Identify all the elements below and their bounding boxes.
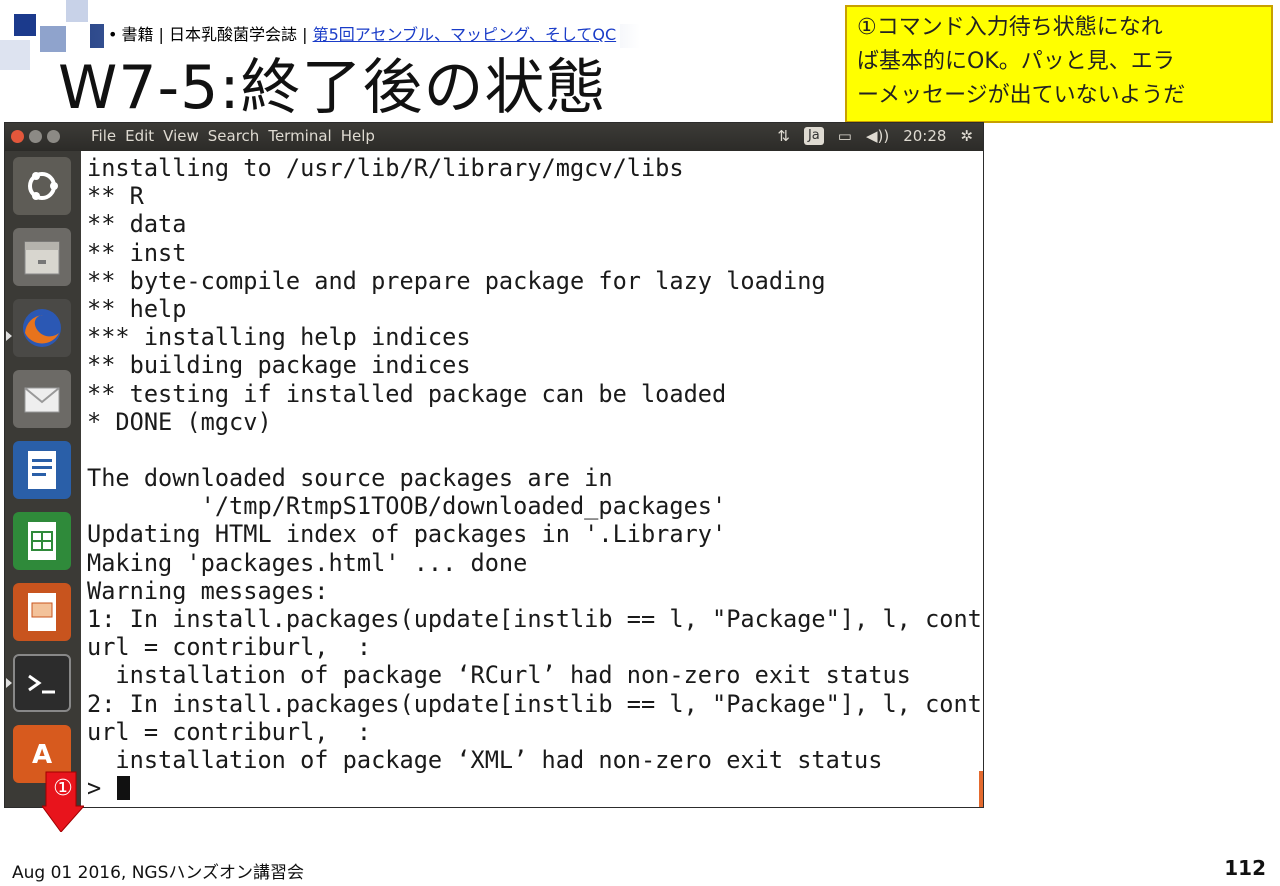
terminal-line: ** R [87, 182, 144, 211]
launcher: A [5, 151, 81, 807]
ubuntu-dash-icon[interactable] [13, 157, 71, 215]
terminal-line: url = contriburl, : [87, 717, 372, 746]
menu-search[interactable]: Search [208, 127, 260, 145]
menu-file[interactable]: File [91, 127, 116, 145]
menu-edit[interactable]: Edit [125, 127, 154, 145]
volume-icon[interactable]: ◀)) [866, 127, 889, 145]
network-arrows-icon[interactable]: ⇅ [777, 127, 790, 145]
terminal-output[interactable]: installing to /usr/lib/R/library/mgcv/li… [87, 151, 983, 807]
mail-icon[interactable] [13, 370, 71, 428]
terminal-line: ** building package indices [87, 351, 471, 380]
deco-square-mid [40, 26, 66, 52]
terminal-window[interactable]: File Edit View Search Terminal Help ⇅ Ja… [4, 122, 984, 808]
clock[interactable]: 20:28 [903, 127, 946, 145]
terminal-line: ** testing if installed package can be l… [87, 379, 727, 408]
terminal-line: installation of package ‘RCurl’ had non-… [87, 661, 911, 690]
battery-icon[interactable]: ▭ [838, 127, 852, 145]
terminal-line: The downloaded source packages are in [87, 464, 613, 493]
terminal-line: ** byte-compile and prepare package for … [87, 266, 826, 295]
menu-bar: File Edit View Search Terminal Help ⇅ Ja… [5, 123, 983, 151]
menu-view[interactable]: View [163, 127, 199, 145]
close-window-icon[interactable] [11, 130, 24, 143]
keyboard-layout-indicator[interactable]: Ja [803, 127, 824, 145]
callout-note: ①コマンド入力待ち状態になれ ば基本的にOK。パッと見、エラ ーメッセージが出て… [845, 5, 1273, 123]
scrollbar-indicator[interactable] [979, 771, 983, 807]
terminal-line: '/tmp/RtmpS1TOOB/downloaded_packages' [87, 492, 727, 521]
deco-square-dark [14, 14, 36, 36]
deco-square-light [66, 0, 88, 22]
page-number: 112 [1224, 856, 1266, 880]
terminal-line: *** installing help indices [87, 323, 471, 352]
menu-help[interactable]: Help [341, 127, 375, 145]
prompt-line[interactable]: > [87, 774, 983, 803]
terminal-line: ** data [87, 210, 187, 239]
terminal-line: url = contriburl, : [87, 633, 372, 662]
breadcrumb-text: 書籍 | 日本乳酸菌学会誌 | [121, 25, 313, 44]
svg-text:A: A [32, 740, 52, 770]
gear-icon[interactable]: ✲ [960, 127, 973, 145]
writer-icon[interactable] [13, 441, 71, 499]
terminal-lines: installing to /usr/lib/R/library/mgcv/li… [87, 154, 984, 803]
deco-square-pale [0, 40, 30, 70]
terminal-line: 2: In install.packages(update[instlib ==… [87, 689, 984, 718]
terminal-line: Warning messages: [87, 576, 329, 605]
breadcrumb: • 書籍 | 日本乳酸菌学会誌 | 第5回アセンブル、マッピング、そしてQC [104, 24, 621, 48]
menu-terminal[interactable]: Terminal [268, 127, 331, 145]
annotation-label: ① [53, 776, 73, 801]
terminal-icon[interactable] [13, 654, 71, 712]
terminal-line: installation of package ‘XML’ had non-ze… [87, 745, 883, 774]
terminal-line: Updating HTML index of packages in '.Lib… [87, 520, 727, 549]
maximize-window-icon[interactable] [47, 130, 60, 143]
terminal-line: 1: In install.packages(update[instlib ==… [87, 605, 984, 633]
terminal-line: ** inst [87, 238, 187, 267]
launcher-running-arrow [6, 678, 12, 688]
terminal-line: Making 'packages.html' ... done [87, 548, 528, 577]
impress-icon[interactable] [13, 583, 71, 641]
system-indicators: ⇅ Ja ▭ ◀)) 20:28 ✲ [777, 127, 973, 145]
launcher-active-arrow [6, 331, 12, 341]
text-cursor [117, 776, 131, 801]
shell-prompt: > [87, 774, 116, 803]
page-title: W7-5:終了後の状態 [58, 53, 607, 123]
firefox-icon[interactable] [13, 299, 71, 357]
terminal-line: installing to /usr/lib/R/library/mgcv/li… [87, 154, 684, 182]
terminal-line: ** help [87, 294, 187, 323]
files-icon[interactable] [13, 228, 71, 286]
breadcrumb-bullet: • [108, 25, 118, 44]
minimize-window-icon[interactable] [29, 130, 42, 143]
menu-items: File Edit View Search Terminal Help [91, 127, 375, 145]
terminal-line: * DONE (mgcv) [87, 407, 272, 436]
breadcrumb-link[interactable]: 第5回アセンブル、マッピング、そしてQC [313, 25, 617, 44]
footer-text: Aug 01 2016, NGSハンズオン講習会 [12, 863, 305, 883]
calc-icon[interactable] [13, 512, 71, 570]
